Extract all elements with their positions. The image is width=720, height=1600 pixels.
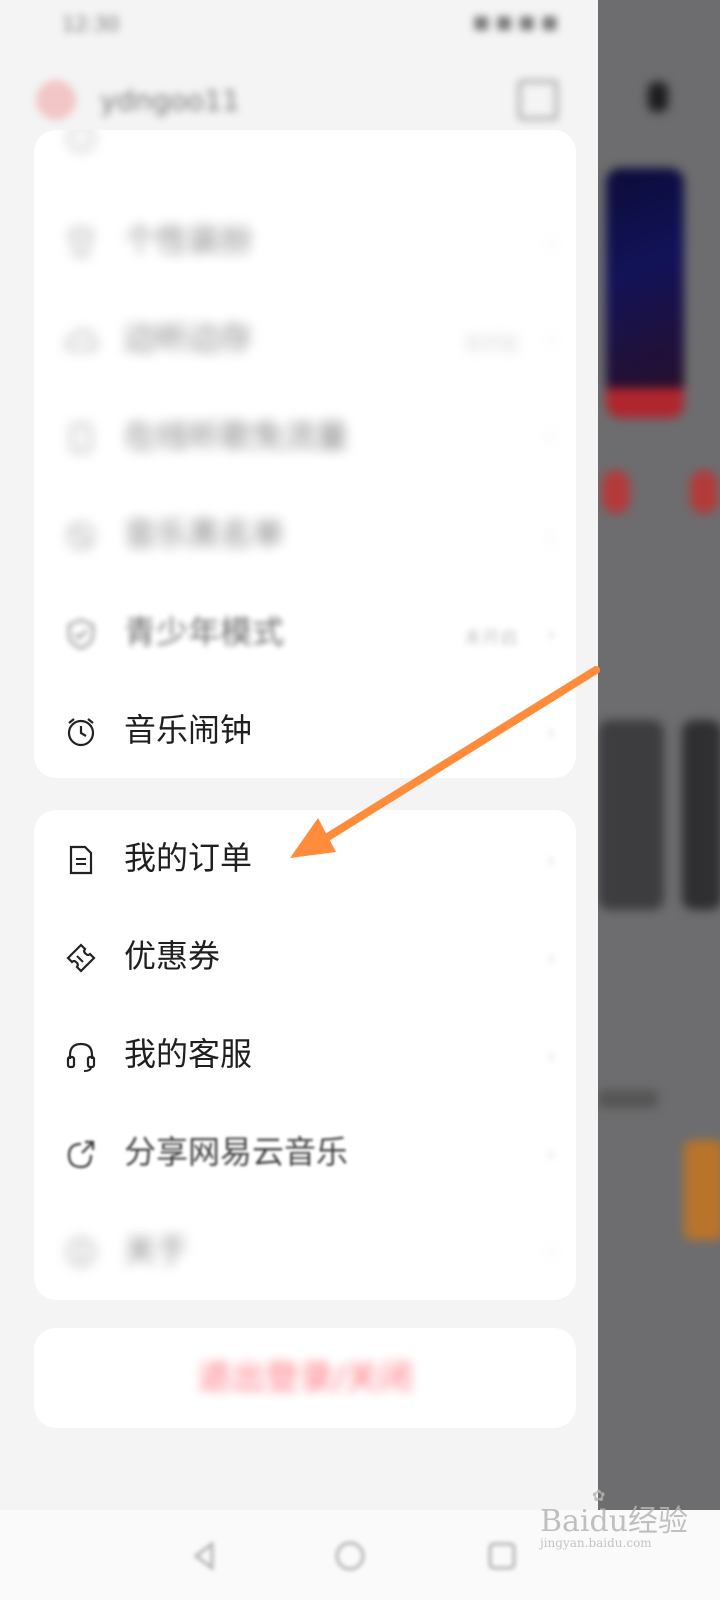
recents-icon[interactable] [484,1538,520,1574]
paw-icon: ✿ [592,1486,606,1505]
chevron-right-icon: › [546,1238,556,1266]
chevron-right-icon: › [546,1140,556,1168]
menu-item-label: 青少年模式 [124,613,285,651]
cloud-icon [65,329,98,350]
shortcut-icon [602,470,630,514]
block-icon [68,523,94,549]
menu-item-label: 我的订单 [124,839,253,877]
shield-icon [68,618,94,650]
menu-item-blacklist[interactable]: 音乐黑名单 › [34,486,576,584]
menu-item-value: 未开启 [464,334,518,355]
headset-icon [66,1042,96,1072]
shortcut-icon [690,470,718,514]
chevron-right-icon: › [546,228,556,256]
banner-image [606,168,684,418]
album-thumbnail [684,1140,720,1240]
menu-item-teen-mode[interactable]: 青少年模式 未开启 › [34,584,576,682]
mic-icon [648,82,668,112]
phone-icon [71,424,91,452]
menu-item-label: 分享网易云音乐 [124,1133,349,1171]
chevron-right-icon: › [546,1042,556,1070]
watermark-text: Baidu经验 [540,1504,689,1539]
menu-item-label: 边听边存 [124,319,253,357]
menu-item-alarm[interactable]: 音乐闹钟 › [34,682,576,778]
menu-item-customer-service[interactable]: 我的客服 › [34,1006,576,1104]
share-icon [67,1140,95,1169]
home-icon[interactable] [332,1538,368,1574]
status-indicators: ■ ■ ■ ■ [472,12,558,33]
main-app-overlay[interactable] [598,0,720,1510]
menu-item-my-orders[interactable]: 我的订单 › [34,810,576,908]
watermark: ✿ Baidu经验 jingyan.baidu.com [540,1486,689,1550]
logout-button[interactable]: 退出登录/关闭 [34,1328,576,1428]
menu-item-coupons[interactable]: 优惠券 › [34,908,576,1006]
playlist-thumbnail [682,720,720,910]
avatar[interactable] [36,80,76,120]
menu-item-label: 在线听歌免流量 [124,417,349,455]
menu-item-label: 优惠券 [124,937,221,975]
menu-item-label: 个性装扮 [124,221,253,259]
back-icon[interactable] [186,1538,222,1574]
chevron-right-icon: › [546,718,556,746]
section-title-placeholder [598,1090,658,1108]
menu-item-free-data[interactable]: 在线听歌免流量 › [34,388,576,486]
chevron-right-icon: › [546,620,556,648]
menu-item-label: 音乐闹钟 [124,711,253,749]
menu-item-share[interactable]: 分享网易云音乐 › [34,1104,576,1202]
menu-icon [68,130,94,151]
document-icon [69,845,93,875]
chevron-right-icon: › [546,944,556,972]
shirt-icon [68,228,94,256]
menu-item-partial[interactable] [34,130,576,186]
chevron-right-icon: › [546,326,556,354]
status-bar: 12:30 ■ ■ ■ ■ [0,0,598,48]
chevron-right-icon: › [546,424,556,452]
username[interactable]: ydngoo11 [100,84,240,117]
settings-card: 个性装扮 › 边听边存 未开启 › 在线听歌免流量 › 音乐黑名单 › 青少年模… [34,130,576,778]
chevron-right-icon: › [546,522,556,550]
ticket-icon [66,943,96,973]
service-card: 我的订单 › 优惠券 › 我的客服 › 分享网易云音乐 › 关于 › [34,810,576,1300]
scan-icon[interactable] [518,80,558,120]
playlist-thumbnail [598,720,664,910]
status-time: 12:30 [62,12,120,36]
menu-item-label: 关于 [124,1231,189,1269]
menu-item-about[interactable]: 关于 › [34,1202,576,1300]
menu-item-label: 我的客服 [124,1035,253,1073]
logout-card: 退出登录/关闭 [34,1328,576,1428]
menu-item-decoration[interactable]: 个性装扮 › [34,192,576,290]
menu-item-label: 音乐黑名单 [124,515,285,553]
alarm-icon [67,718,95,747]
user-header[interactable]: ydngoo11 [0,60,598,140]
info-icon [67,1238,95,1266]
side-drawer: 12:30 ■ ■ ■ ■ ydngoo11 个性装扮 › 边听边存 未开启 ›… [0,0,598,1510]
menu-item-listen-save[interactable]: 边听边存 未开启 › [34,290,576,388]
menu-item-value: 未开启 [464,628,518,649]
chevron-right-icon: › [546,846,556,874]
